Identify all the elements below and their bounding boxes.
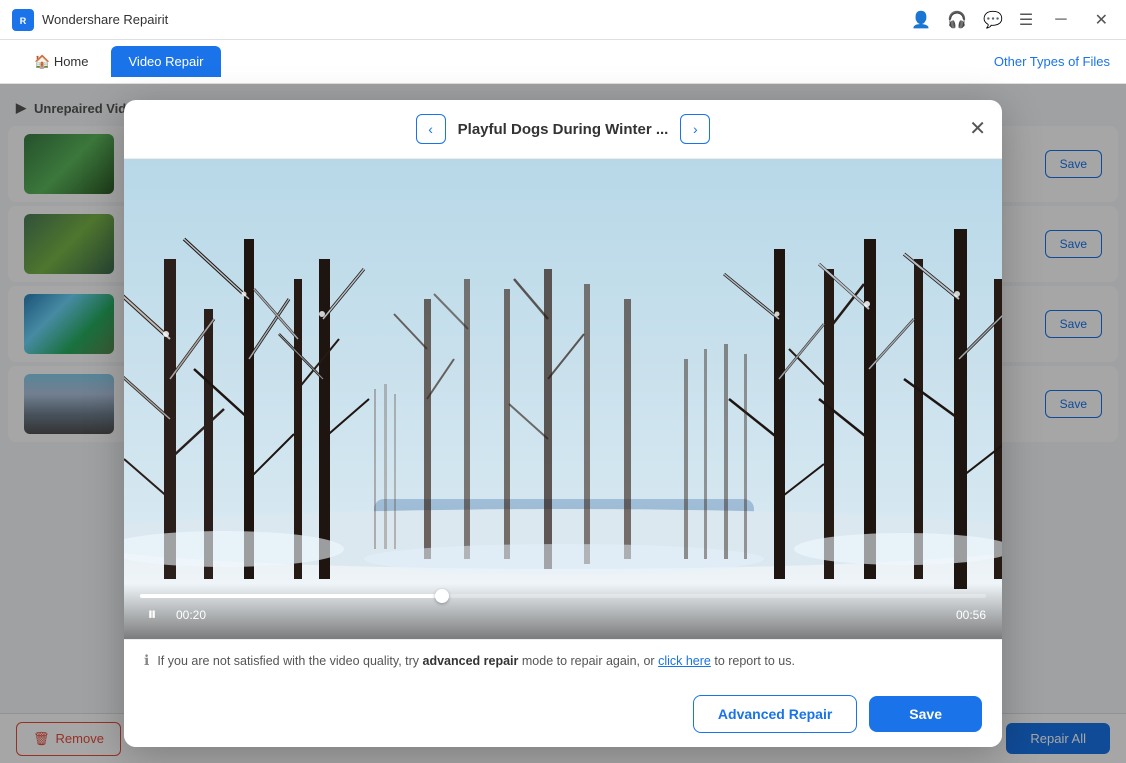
tab-video-repair[interactable]: Video Repair — [111, 46, 222, 77]
video-scene: ⏸ 00:20 00:56 — [124, 159, 1002, 639]
report-link[interactable]: click here — [658, 654, 711, 668]
chat-icon[interactable]: 💬 — [983, 10, 1003, 30]
controls-row: ⏸ 00:20 00:56 — [140, 604, 986, 625]
main-content: ▶ Unrepaired Video forest_path_autumn.mp… — [0, 84, 1126, 763]
app-logo: R — [12, 9, 34, 31]
pause-button[interactable]: ⏸ — [140, 604, 164, 625]
person-icon[interactable]: 👤 — [911, 10, 931, 30]
modal-title: Playful Dogs During Winter ... — [458, 121, 669, 138]
info-icon: ℹ — [144, 652, 149, 669]
info-text: If you are not satisfied with the video … — [157, 654, 795, 668]
progress-thumb — [435, 589, 449, 603]
titlebar-left: R Wondershare Repairit — [12, 9, 168, 31]
modal-save-button[interactable]: Save — [869, 696, 982, 732]
chevron-right-icon: › — [693, 121, 698, 137]
video-container: ⏸ 00:20 00:56 — [124, 159, 1002, 639]
progress-fill — [140, 594, 442, 598]
total-time: 00:56 — [956, 608, 986, 622]
progress-bar[interactable] — [140, 594, 986, 598]
minimize-button[interactable]: ─ — [1049, 9, 1072, 31]
menu-icon[interactable]: ☰ — [1019, 10, 1033, 30]
close-button[interactable]: ✕ — [1089, 8, 1114, 32]
modal-nav: ‹ Playful Dogs During Winter ... › — [416, 114, 711, 144]
svg-text:R: R — [20, 16, 27, 26]
video-preview-modal: ‹ Playful Dogs During Winter ... › ✕ — [124, 100, 1002, 747]
prev-button[interactable]: ‹ — [416, 114, 446, 144]
modal-close-button[interactable]: ✕ — [969, 119, 986, 139]
app-title: Wondershare Repairit — [42, 12, 168, 27]
tab-home[interactable]: 🏠 Home — [16, 46, 107, 78]
other-types-link[interactable]: Other Types of Files — [994, 54, 1110, 69]
advanced-repair-button[interactable]: Advanced Repair — [693, 695, 857, 733]
home-icon: 🏠 — [34, 54, 50, 69]
modal-header: ‹ Playful Dogs During Winter ... › ✕ — [124, 100, 1002, 159]
modal-info-bar: ℹ If you are not satisfied with the vide… — [124, 639, 1002, 681]
navbar: 🏠 Home Video Repair Other Types of Files — [0, 40, 1126, 84]
titlebar: R Wondershare Repairit 👤 🎧 💬 ☰ ─ ✕ — [0, 0, 1126, 40]
modal-overlay: ‹ Playful Dogs During Winter ... › ✕ — [0, 84, 1126, 763]
current-time: 00:20 — [176, 608, 206, 622]
modal-footer: Advanced Repair Save — [124, 681, 1002, 747]
chevron-left-icon: ‹ — [428, 121, 433, 137]
winter-scene-svg — [124, 159, 1002, 639]
video-controls: ⏸ 00:20 00:56 — [124, 584, 1002, 639]
next-button[interactable]: › — [680, 114, 710, 144]
titlebar-right: 👤 🎧 💬 ☰ ─ ✕ — [911, 8, 1114, 32]
headset-icon[interactable]: 🎧 — [947, 10, 967, 30]
